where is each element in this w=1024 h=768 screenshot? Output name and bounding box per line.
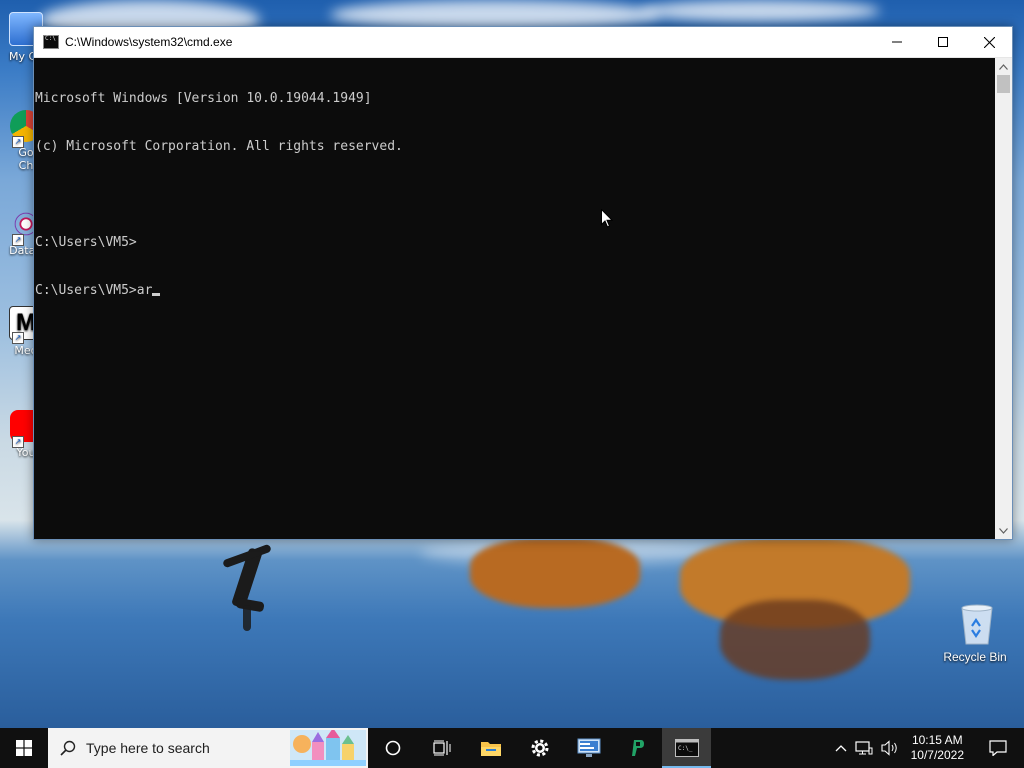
- recycle-bin-label: Recycle Bin: [943, 650, 1007, 664]
- cmd-app-icon[interactable]: [43, 35, 59, 49]
- window-controls: [874, 27, 1012, 57]
- chevron-down-icon: [999, 527, 1008, 534]
- console-line: Microsoft Windows [Version 10.0.19044.19…: [35, 91, 372, 106]
- chevron-up-icon: [835, 745, 847, 752]
- show-hidden-icons-button[interactable]: [831, 728, 851, 768]
- shortcut-arrow-icon: ↗: [12, 332, 24, 344]
- recycle-bin-icon: [958, 602, 993, 645]
- green-app-icon: [631, 740, 644, 756]
- clock-date: 10/7/2022: [910, 748, 964, 762]
- system-tray: 10:15 AM 10/7/2022: [831, 728, 1024, 768]
- task-view-icon: [432, 740, 450, 756]
- windows-logo-icon: [16, 740, 32, 756]
- console-area[interactable]: Microsoft Windows [Version 10.0.19044.19…: [34, 58, 1012, 539]
- settings-button[interactable]: [515, 728, 564, 768]
- file-explorer-button[interactable]: [466, 728, 515, 768]
- console-line: C:\Users\VM5>: [35, 235, 137, 250]
- shortcut-arrow-icon: ↗: [12, 234, 24, 246]
- maximize-button[interactable]: [920, 27, 966, 57]
- network-icon: [855, 741, 873, 755]
- cmd-icon: C:\_: [674, 739, 699, 757]
- cortana-icon: [385, 740, 400, 756]
- action-center-button[interactable]: [972, 728, 1024, 768]
- console-input-line[interactable]: C:\Users\VM5>ar: [35, 283, 995, 299]
- cortana-button[interactable]: [368, 728, 417, 768]
- shortcut-arrow-icon: ↗: [12, 136, 24, 148]
- minimize-icon: [892, 41, 902, 43]
- clock-time: 10:15 AM: [911, 733, 963, 747]
- scrollbar-thumb[interactable]: [997, 75, 1010, 93]
- volume-button[interactable]: [877, 728, 903, 768]
- svg-text:C:\_: C:\_: [678, 745, 693, 752]
- task-view-button[interactable]: [417, 728, 466, 768]
- console-output[interactable]: Microsoft Windows [Version 10.0.19044.19…: [34, 58, 995, 539]
- text-cursor: [152, 293, 161, 296]
- green-app-button[interactable]: [613, 728, 662, 768]
- mouse-pointer-icon: [601, 209, 613, 228]
- remote-desktop-button[interactable]: [564, 728, 613, 768]
- taskbar: Type here to search C:\_ 10:15 AM 10/7/2…: [0, 728, 1024, 768]
- console-line: (c) Microsoft Corporation. All rights re…: [35, 139, 403, 154]
- file-explorer-icon: [480, 742, 501, 756]
- start-button[interactable]: [0, 728, 48, 768]
- search-icon: [60, 740, 76, 756]
- vertical-scrollbar[interactable]: [995, 58, 1012, 539]
- search-placeholder: Type here to search: [86, 740, 210, 756]
- maximize-icon: [938, 37, 948, 47]
- notification-icon: [989, 740, 1007, 756]
- console-input-text: C:\Users\VM5>ar: [35, 283, 153, 298]
- minimize-button[interactable]: [874, 27, 920, 57]
- taskbar-search-box[interactable]: Type here to search: [48, 728, 368, 768]
- taskbar-clock[interactable]: 10:15 AM 10/7/2022: [903, 733, 972, 763]
- scroll-up-button[interactable]: [995, 58, 1012, 75]
- scroll-down-button[interactable]: [995, 522, 1012, 539]
- settings-icon: [531, 739, 548, 757]
- chevron-up-icon: [999, 63, 1008, 70]
- window-title: C:\Windows\system32\cmd.exe: [65, 35, 233, 49]
- cmd-taskbar-button[interactable]: C:\_: [662, 728, 711, 768]
- close-icon: [983, 36, 995, 48]
- cmd-window[interactable]: C:\Windows\system32\cmd.exe Microsoft Wi…: [33, 26, 1013, 540]
- close-button[interactable]: [966, 27, 1012, 57]
- remote-desktop-icon: [577, 738, 600, 757]
- search-highlight-illustration: [290, 730, 366, 766]
- shortcut-arrow-icon: ↗: [12, 436, 24, 448]
- window-titlebar[interactable]: C:\Windows\system32\cmd.exe: [34, 27, 1012, 58]
- network-button[interactable]: [851, 728, 877, 768]
- desktop-icon-recycle-bin[interactable]: Recycle Bin: [940, 602, 1010, 664]
- volume-icon: [881, 740, 897, 756]
